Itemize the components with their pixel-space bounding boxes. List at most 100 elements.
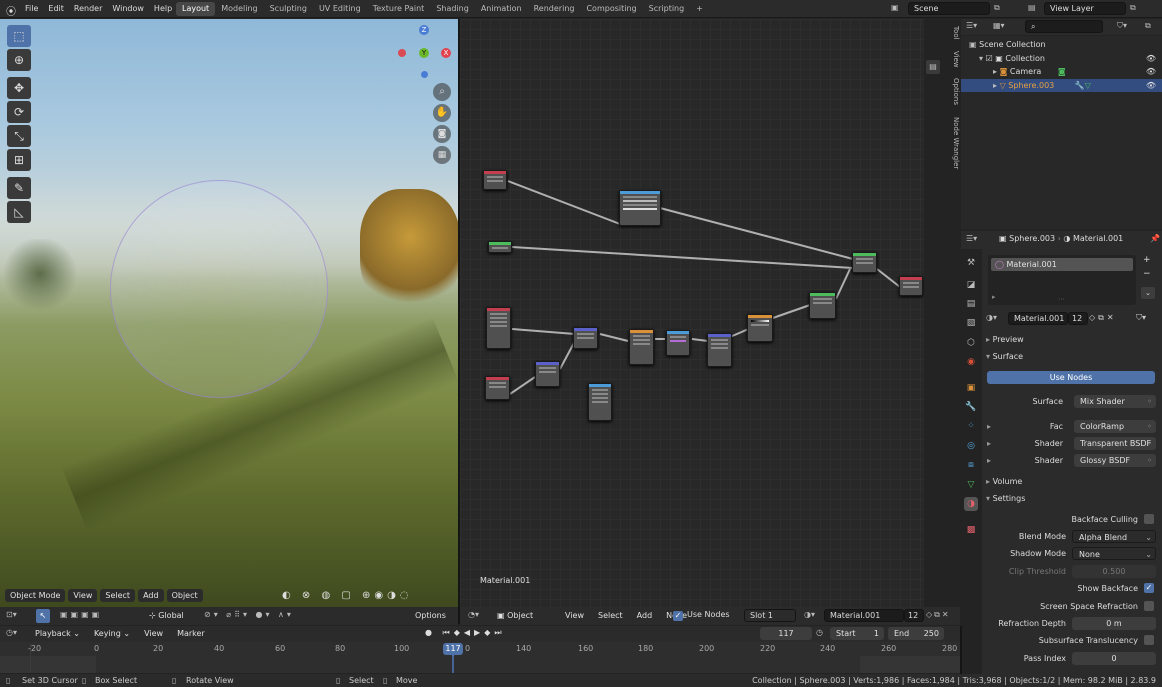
visibility-eye-icon[interactable]: 👁 [1146, 79, 1156, 92]
tab-modeling[interactable]: Modeling [215, 2, 263, 16]
outliner-type-icon[interactable]: ☰▾ [966, 21, 977, 30]
tab-shading[interactable]: Shading [430, 2, 475, 16]
viewport-menu-object[interactable]: Object [166, 589, 203, 602]
texture-tab-icon[interactable]: ▩ [964, 523, 978, 537]
jump-start-icon[interactable]: ⏮ [443, 628, 454, 637]
material-users[interactable]: 12 [1068, 312, 1088, 325]
keying-menu[interactable]: Keying ⌄ [88, 627, 136, 640]
node-tree-type-dropdown[interactable]: ▣ Object [492, 609, 552, 622]
node-editor[interactable]: Material.001 [460, 19, 924, 607]
gizmo-x-icon[interactable]: X [441, 48, 451, 58]
tab-compositing[interactable]: Compositing [580, 2, 642, 16]
tab-node-wrangler[interactable]: Node Wrangler [944, 115, 960, 171]
node-texcoord[interactable] [483, 170, 507, 190]
select-mode-icon[interactable]: ↖ [36, 609, 50, 623]
ssr-checkbox[interactable] [1144, 601, 1154, 611]
material-tab-icon[interactable]: ◑ [964, 497, 978, 511]
section-surface[interactable]: ▾ Surface [986, 352, 1023, 361]
timeline-menu-marker[interactable]: Marker [172, 627, 210, 640]
sss-checkbox[interactable] [1144, 635, 1154, 645]
gizmo-y-icon[interactable]: Y [419, 48, 429, 58]
material-name-field[interactable]: Material.001 [824, 609, 904, 622]
viewport-menu-select[interactable]: Select [100, 589, 136, 602]
node-vector-math-b[interactable] [535, 361, 560, 387]
playback-controls[interactable]: ● ⏮◆◀▶◆⏭ [425, 628, 506, 638]
node-geometry[interactable] [486, 307, 511, 349]
tab-scripting[interactable]: Scripting [643, 2, 691, 16]
play-icon[interactable]: ▶ [474, 628, 484, 637]
menu-edit[interactable]: Edit [43, 0, 69, 18]
rotate-tool-icon[interactable]: ⟳ [7, 101, 31, 123]
options-dropdown[interactable]: Options [410, 609, 451, 622]
scale-tool-icon[interactable]: ⤡ [7, 125, 31, 147]
pass-index-field[interactable]: 0 [1072, 652, 1156, 665]
new-view-layer-icon[interactable]: ⧉ [1130, 3, 1136, 13]
viewport-menu-add[interactable]: Add [138, 589, 164, 602]
node-math-c[interactable] [809, 292, 836, 319]
material-users-count[interactable]: 12 [904, 609, 924, 622]
select-mode-set-icon[interactable]: ▣▣▣▣ [60, 610, 102, 619]
jump-end-icon[interactable]: ⏭ [494, 628, 505, 637]
current-frame-field[interactable]: 117 [760, 627, 812, 640]
refraction-depth-field[interactable]: 0 m [1072, 617, 1156, 630]
material-datablock-field[interactable]: Material.001 [1008, 312, 1068, 325]
prev-key-icon[interactable]: ◆ [454, 628, 464, 637]
playback-menu[interactable]: Playback ⌄ [30, 627, 85, 640]
shader2-input-field[interactable]: Glossy BSDF ◦ [1074, 454, 1156, 467]
menu-help[interactable]: Help [149, 0, 177, 18]
menu-window[interactable]: Window [107, 0, 149, 18]
remove-slot-icon[interactable]: − [1143, 269, 1151, 279]
tab-layout[interactable]: Layout [176, 2, 216, 16]
visibility-eye-icon[interactable]: 👁 [1146, 52, 1156, 65]
slot-dropdown[interactable]: Slot 1 [744, 609, 796, 622]
add-slot-icon[interactable]: + [1143, 255, 1151, 265]
node-mapping[interactable] [588, 383, 612, 421]
use-nodes-checkbox[interactable]: ✓ [673, 611, 683, 621]
node-editor-type-icon[interactable]: ◔▾ [468, 610, 479, 619]
material-browse-icon[interactable]: ◑▾ [986, 313, 997, 322]
node-layer-weight[interactable] [485, 376, 510, 400]
expand-icon[interactable]: ▾ [979, 54, 983, 63]
bubble-sphere[interactable] [110, 180, 328, 398]
gizmo-neg-x-icon[interactable] [398, 49, 406, 57]
record-icon[interactable]: ● [425, 628, 436, 637]
node-glossy-bsdf[interactable] [619, 190, 661, 226]
node-color-ramp[interactable] [747, 314, 773, 342]
outliner-row-collection[interactable]: ▾ ☑ ▣ Collection 👁 [961, 52, 1162, 65]
tab-sculpting[interactable]: Sculpting [264, 2, 313, 16]
tab-options[interactable]: Options [944, 77, 960, 107]
editor-type-icon[interactable]: ⊡▾ [6, 610, 17, 619]
snap-proportional-icons[interactable]: ⊘▾ ⌀⠿▾ ●▾ ∧▾ [204, 610, 294, 619]
physics-tab-icon[interactable]: ◎ [964, 439, 978, 453]
material-slot-list[interactable]: ◯ Material.001 ▸ ⋯ [988, 255, 1136, 305]
node-mix-shader[interactable] [852, 252, 877, 273]
outliner-row-sphere[interactable]: ▸ ▽ Sphere.003 🔧▽ 👁 [961, 79, 1162, 92]
outliner-row-camera[interactable]: ▸ ◙ Camera ◙ 👁 [961, 65, 1162, 78]
new-scene-icon[interactable]: ⧉ [994, 3, 1000, 13]
node-separate-xyz[interactable] [666, 330, 690, 356]
camera-view-icon[interactable]: ◙ [433, 125, 451, 143]
constraints-tab-icon[interactable]: ⧈ [964, 458, 978, 472]
visibility-eye-icon[interactable]: 👁 [1146, 65, 1156, 78]
viewport-menu-view[interactable]: View [68, 589, 98, 602]
material-fake-user-icons[interactable]: ◇⧉✕ [926, 610, 951, 620]
view-layer-tab-icon[interactable]: ▧ [964, 316, 978, 330]
show-backface-checkbox[interactable]: ✓ [1144, 583, 1154, 593]
checkbox-icon[interactable]: ☑ [986, 54, 993, 63]
node-material-output[interactable] [899, 276, 923, 296]
scene-field[interactable]: Scene [908, 2, 990, 15]
display-mode-icon[interactable]: ▦▾ [993, 21, 1005, 30]
gizmo-neg-z-icon[interactable] [421, 71, 428, 78]
pin-icon[interactable]: 📌 [1150, 234, 1160, 243]
transform-tool-icon[interactable]: ⊞ [7, 149, 31, 171]
link-type-icon[interactable]: ⛉▾ [1136, 313, 1146, 323]
tab-texture-paint[interactable]: Texture Paint [367, 2, 431, 16]
sidebar-toggle-icon[interactable]: ▤ [926, 60, 940, 74]
timeline[interactable]: -20 0 20 40 60 80 100 0 140 160 180 200 … [0, 642, 960, 673]
3d-viewport[interactable]: ⬚ ⊕ ✥ ⟳ ⤡ ⊞ ✎ ◺ Z Y X ⌕ ✋ ◙ ▦ Object Mod… [0, 19, 458, 607]
timeline-menu-view[interactable]: View [139, 627, 169, 640]
cursor-tool-icon[interactable]: ⊕ [7, 49, 31, 71]
tab-animation[interactable]: Animation [475, 2, 528, 16]
start-frame-field[interactable]: Start 1 [830, 627, 884, 640]
node-transparent-bsdf[interactable] [488, 241, 512, 253]
